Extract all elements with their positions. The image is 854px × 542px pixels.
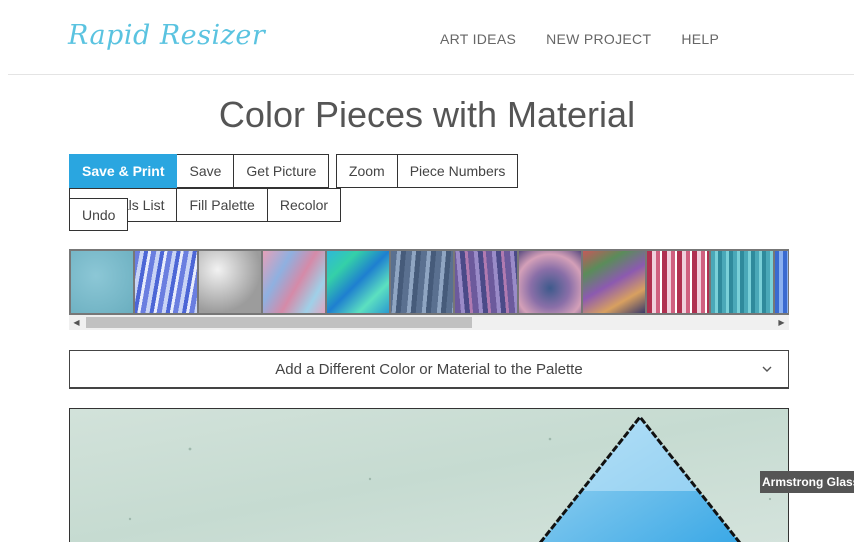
- logo-text: Rapid Resizer: [68, 20, 266, 51]
- swatch-red-pink[interactable]: [647, 251, 709, 313]
- piece-numbers-button[interactable]: Piece Numbers: [397, 154, 519, 188]
- material-tooltip: Armstrong Glass: [760, 471, 854, 493]
- save-button[interactable]: Save: [177, 154, 235, 188]
- swatch-light-blue[interactable]: [71, 251, 133, 313]
- page-title: Color Pieces with Material: [218, 94, 636, 135]
- swatch-blue-streaky[interactable]: [135, 251, 197, 313]
- palette-scrollbar[interactable]: ◀ ▶: [69, 315, 789, 330]
- chevron-down-icon: [762, 366, 772, 372]
- toolbar: Save & Print Save Get Picture Zoom Piece…: [69, 154, 789, 231]
- swatch-purple-swirl[interactable]: [519, 251, 581, 313]
- nav-help[interactable]: HELP: [681, 31, 719, 47]
- scroll-right-arrow[interactable]: ▶: [774, 315, 789, 330]
- swatch-teal-iridescent[interactable]: [327, 251, 389, 313]
- pattern-drawing: [70, 409, 788, 542]
- nav-art-ideas[interactable]: ART IDEAS: [440, 31, 516, 47]
- add-material-dropdown[interactable]: Add a Different Color or Material to the…: [69, 350, 789, 389]
- get-picture-button[interactable]: Get Picture: [234, 154, 330, 188]
- swatch-aqua-wood[interactable]: [711, 251, 773, 313]
- dropdown-label: Add a Different Color or Material to the…: [275, 360, 583, 378]
- scroll-left-arrow[interactable]: ◀: [69, 315, 84, 330]
- swatch-pink-blue[interactable]: [263, 251, 325, 313]
- pattern-canvas[interactable]: [69, 408, 789, 542]
- save-print-button[interactable]: Save & Print: [69, 154, 178, 188]
- zoom-button[interactable]: Zoom: [335, 154, 398, 188]
- file-button-group: Save & Print Save Get Picture: [69, 154, 330, 188]
- rapid-resizer-logo[interactable]: Rapid Resizer: [68, 20, 265, 64]
- undo-button[interactable]: Undo: [69, 198, 129, 231]
- scroll-thumb[interactable]: [86, 317, 472, 328]
- swatch-slate-blue[interactable]: [391, 251, 453, 313]
- swatch-multicolor[interactable]: [583, 251, 645, 313]
- fill-palette-button[interactable]: Fill Palette: [177, 188, 268, 222]
- nav-new-project[interactable]: NEW PROJECT: [546, 31, 651, 47]
- swatch-blue-partial[interactable]: [775, 251, 788, 313]
- swatch-purple-blue[interactable]: [455, 251, 517, 313]
- main-nav: ART IDEAS NEW PROJECT HELP: [440, 31, 719, 47]
- header-divider: [8, 74, 854, 75]
- recolor-button[interactable]: Recolor: [267, 188, 342, 222]
- swatch-clear-textured[interactable]: [199, 251, 261, 313]
- material-palette: [69, 249, 789, 315]
- view-button-group: Zoom Piece Numbers: [335, 154, 519, 188]
